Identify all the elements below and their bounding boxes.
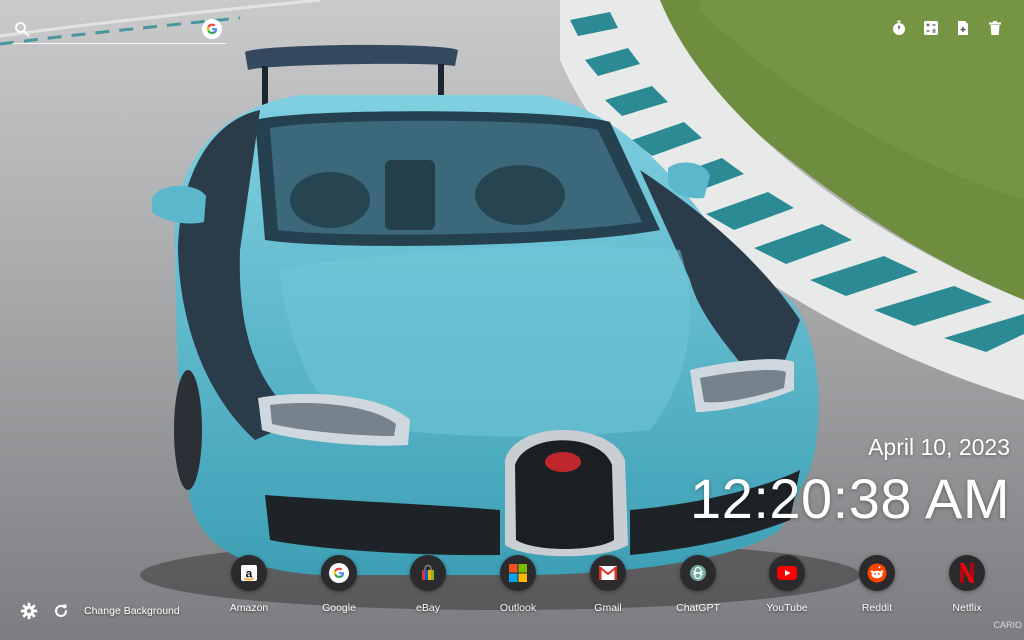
settings-gear-icon[interactable]: [20, 602, 38, 620]
gmail-icon: [590, 555, 626, 591]
time-display: 12:20:38 AM: [690, 467, 1010, 530]
chatgpt-icon: [680, 555, 716, 591]
date-display: April 10, 2023: [868, 434, 1010, 460]
app-label: Gmail: [594, 602, 622, 614]
refresh-icon[interactable]: [52, 602, 70, 620]
app-outlook[interactable]: Outlook: [487, 555, 549, 614]
bottom-left-controls: Change Background: [20, 602, 180, 620]
app-netflix[interactable]: Netflix: [936, 555, 998, 614]
app-label: Netflix: [952, 602, 982, 614]
app-label: YouTube: [766, 602, 808, 614]
wallpaper: [0, 0, 1024, 640]
image-credit: CARIO: [993, 620, 1022, 630]
app-label: Outlook: [499, 602, 537, 614]
netflix-icon: [949, 555, 985, 591]
app-label: Amazon: [229, 602, 269, 614]
search-bar[interactable]: [12, 18, 226, 44]
app-reddit[interactable]: Reddit: [846, 555, 908, 614]
toolbar: [890, 19, 1004, 37]
app-label: ChatGPT: [676, 602, 720, 614]
app-google[interactable]: Google: [308, 555, 370, 614]
microsoft-icon: [500, 555, 536, 591]
app-ebay[interactable]: eBay: [397, 555, 459, 614]
trash-icon[interactable]: [986, 19, 1004, 37]
ebay-shopping-bag-icon: [410, 555, 446, 591]
change-background-link[interactable]: Change Background: [84, 605, 180, 617]
calculator-icon[interactable]: [922, 19, 940, 37]
app-label: eBay: [416, 602, 440, 614]
app-chatgpt[interactable]: ChatGPT: [667, 555, 729, 614]
new-note-icon[interactable]: [954, 19, 972, 37]
google-icon: [321, 555, 357, 591]
svg-text:a: a: [246, 567, 253, 581]
search-icon[interactable]: [14, 21, 30, 37]
app-amazon[interactable]: a Amazon: [218, 555, 280, 614]
app-label: Reddit: [861, 602, 893, 614]
app-youtube[interactable]: YouTube: [756, 555, 818, 614]
app-gmail[interactable]: Gmail: [577, 555, 639, 614]
search-input[interactable]: [36, 20, 200, 42]
amazon-icon: a: [231, 555, 267, 591]
google-search-engine-icon[interactable]: [202, 19, 222, 39]
timer-icon[interactable]: [890, 19, 908, 37]
reddit-icon: [859, 555, 895, 591]
youtube-icon: [769, 555, 805, 591]
search-underline: [12, 43, 226, 44]
app-label: Google: [322, 602, 356, 614]
